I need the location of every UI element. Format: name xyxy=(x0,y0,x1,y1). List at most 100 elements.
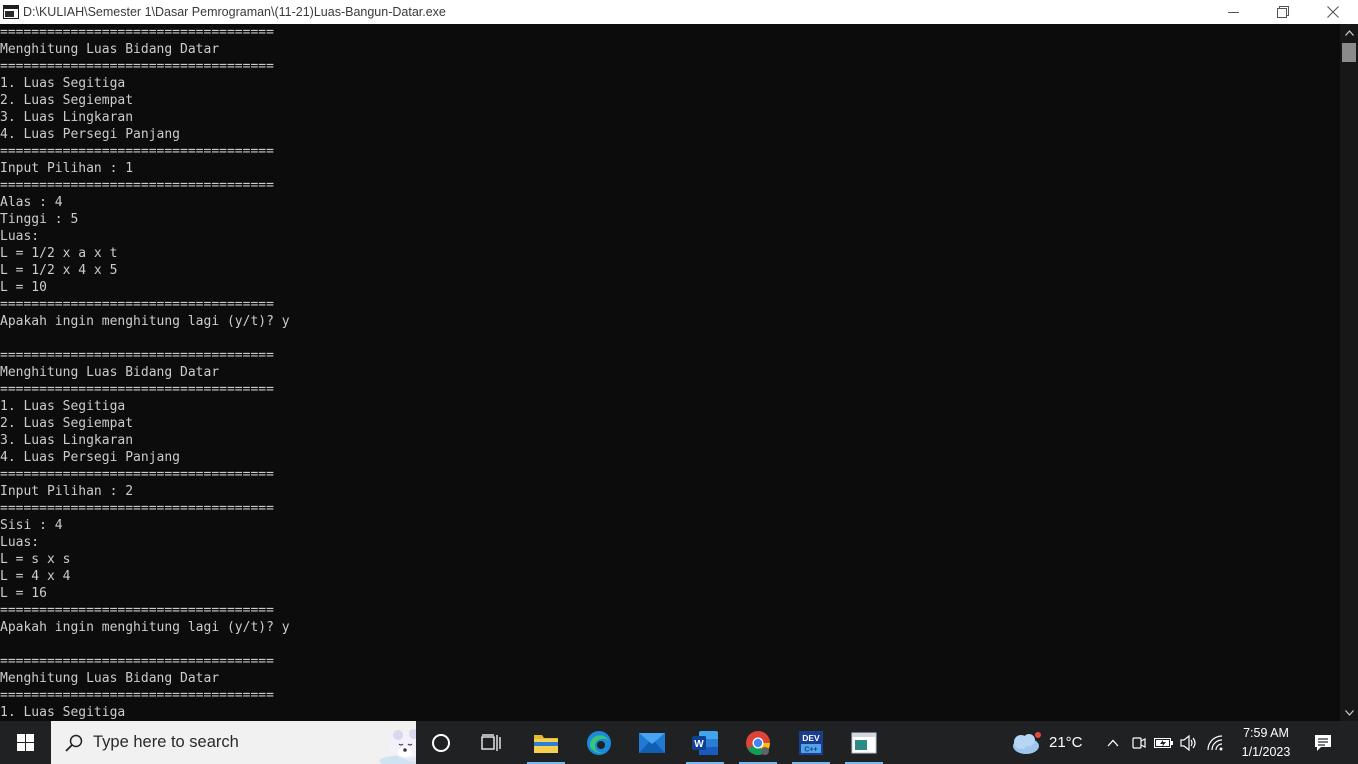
console-line: 2. Luas Segiempat xyxy=(0,416,134,431)
search-icon xyxy=(65,734,83,752)
console-window-icon xyxy=(3,5,19,19)
console-line: L = 1/2 x a x t xyxy=(0,246,118,261)
window-titlebar[interactable]: D:\KULIAH\Semester 1\Dasar Pemrograman\(… xyxy=(0,0,1358,24)
minimize-button[interactable] xyxy=(1208,0,1258,24)
console-line: =================================== xyxy=(0,59,274,74)
console-line: L = 16 xyxy=(0,586,47,601)
scroll-down-button[interactable] xyxy=(1340,704,1358,721)
console-line: =================================== xyxy=(0,467,274,482)
weather-widget[interactable]: 21°C xyxy=(1008,721,1084,764)
restore-icon xyxy=(1277,6,1289,18)
console-line: =================================== xyxy=(0,603,274,618)
volume-button[interactable] xyxy=(1178,721,1200,764)
close-icon xyxy=(1327,6,1339,18)
mail-icon xyxy=(639,732,665,753)
console-app-button[interactable] xyxy=(840,721,888,764)
edge-icon xyxy=(587,730,611,755)
console-line: 1. Luas Segitiga xyxy=(0,399,126,414)
word-icon: W xyxy=(692,730,718,755)
taskbar-clock[interactable]: 7:59 AM 1/1/2023 xyxy=(1226,721,1306,764)
chrome-icon xyxy=(746,730,770,755)
cortana-button[interactable] xyxy=(417,721,465,764)
window-title: D:\KULIAH\Semester 1\Dasar Pemrograman\(… xyxy=(23,5,446,19)
battery-charging-icon xyxy=(1154,737,1173,748)
file-explorer-button[interactable] xyxy=(522,721,570,764)
task-view-button[interactable] xyxy=(467,721,515,764)
cloudy-weather-icon xyxy=(1013,731,1041,754)
taskbar: Type here to search W DEV C++ 21°C 7:59 … xyxy=(0,721,1358,764)
chevron-down-icon xyxy=(1344,709,1354,716)
svg-text:C++: C++ xyxy=(804,746,817,753)
svg-text:W: W xyxy=(694,739,704,750)
meet-now-icon xyxy=(1132,736,1146,749)
notifications-button[interactable] xyxy=(1308,721,1338,764)
meet-now-button[interactable] xyxy=(1128,721,1150,764)
console-line: 3. Luas Lingkaran xyxy=(0,433,134,448)
battery-button[interactable] xyxy=(1153,721,1175,764)
console-line: Input Pilihan : 2 xyxy=(0,484,134,499)
vertical-scrollbar[interactable] xyxy=(1340,24,1358,721)
console-line: L = 10 xyxy=(0,280,47,295)
console-line: Menghitung Luas Bidang Datar xyxy=(0,365,220,380)
console-output-area[interactable]: =================================== Meng… xyxy=(0,24,1340,721)
edge-button[interactable] xyxy=(575,721,623,764)
start-button[interactable] xyxy=(0,721,50,764)
file-explorer-icon xyxy=(534,734,558,753)
console-line: 3. Luas Lingkaran xyxy=(0,110,134,125)
console-line: Input Pilihan : 1 xyxy=(0,161,134,176)
wifi-icon xyxy=(1207,734,1223,750)
clock-time: 7:59 AM xyxy=(1243,725,1289,740)
windows-logo-icon xyxy=(16,734,34,751)
cortana-icon xyxy=(432,733,450,752)
close-button[interactable] xyxy=(1308,0,1358,24)
scrollbar-thumb[interactable] xyxy=(1342,43,1356,62)
weather-temperature: 21°C xyxy=(1049,734,1083,751)
console-line: Apakah ingin menghitung lagi (y/t)? y xyxy=(0,314,290,329)
console-line: =================================== xyxy=(0,348,274,363)
restore-button[interactable] xyxy=(1258,0,1308,24)
console-line: 1. Luas Segitiga xyxy=(0,705,126,720)
console-line: L = 4 x 4 xyxy=(0,569,71,584)
console-line: 4. Luas Persegi Panjang xyxy=(0,450,181,465)
console-line: =================================== xyxy=(0,382,274,397)
clock-date: 1/1/2023 xyxy=(1241,744,1291,759)
console-app-icon xyxy=(851,732,877,753)
console-line: =================================== xyxy=(0,178,274,193)
console-line: =================================== xyxy=(0,654,274,669)
show-hidden-icons-button[interactable] xyxy=(1102,721,1124,764)
console-text: =================================== Meng… xyxy=(0,24,290,721)
mail-button[interactable] xyxy=(628,721,676,764)
console-line: Alas : 4 xyxy=(0,195,63,210)
speaker-icon xyxy=(1180,734,1196,751)
polar-bear-illustration xyxy=(379,729,416,764)
search-placeholder: Type here to search xyxy=(93,733,239,751)
console-line: Menghitung Luas Bidang Datar xyxy=(0,42,220,57)
minimize-icon xyxy=(1227,11,1239,13)
console-line: =================================== xyxy=(0,297,274,312)
console-line: Sisi : 4 xyxy=(0,518,63,533)
taskbar-search-box[interactable]: Type here to search xyxy=(51,721,416,764)
chevron-up-icon xyxy=(1344,29,1354,36)
chevron-up-icon xyxy=(1107,739,1119,746)
console-line: Tinggi : 5 xyxy=(0,212,79,227)
network-button[interactable] xyxy=(1205,721,1227,764)
console-line: =================================== xyxy=(0,25,274,40)
svg-text:DEV: DEV xyxy=(802,733,820,743)
chrome-button[interactable] xyxy=(734,721,782,764)
console-line: 4. Luas Persegi Panjang xyxy=(0,127,181,142)
task-view-icon xyxy=(481,733,501,751)
console-line: =================================== xyxy=(0,144,274,159)
console-line: =================================== xyxy=(0,501,274,516)
console-line: Luas: xyxy=(0,229,40,244)
notification-icon xyxy=(1315,734,1331,751)
console-line: 1. Luas Segitiga xyxy=(0,76,126,91)
word-button[interactable]: W xyxy=(681,721,729,764)
console-line: Luas: xyxy=(0,535,40,550)
console-line: 2. Luas Segiempat xyxy=(0,93,134,108)
dev-cpp-icon: DEV C++ xyxy=(799,730,823,755)
console-line: =================================== xyxy=(0,688,274,703)
console-line: Apakah ingin menghitung lagi (y/t)? y xyxy=(0,620,290,635)
console-line: L = 1/2 x 4 x 5 xyxy=(0,263,118,278)
scroll-up-button[interactable] xyxy=(1340,24,1358,41)
dev-cpp-button[interactable]: DEV C++ xyxy=(787,721,835,764)
